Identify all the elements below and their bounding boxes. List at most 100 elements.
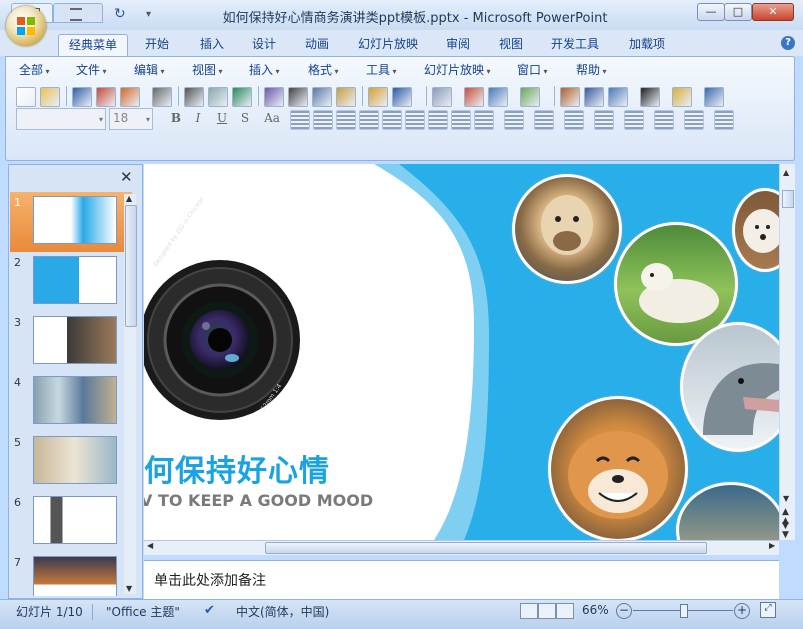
- scroll-down-icon[interactable]: ▼: [126, 584, 132, 593]
- slide-scroll-thumb[interactable]: [782, 190, 794, 208]
- underline-button[interactable]: U: [213, 109, 231, 127]
- outline-tab[interactable]: [53, 3, 103, 23]
- print-preview-icon[interactable]: [208, 87, 228, 107]
- slide-layout-icon[interactable]: [608, 87, 628, 107]
- notes-placeholder[interactable]: 单击此处添加备注: [154, 570, 266, 590]
- menu-item-9[interactable]: 帮助: [576, 61, 607, 78]
- print-icon[interactable]: [184, 87, 204, 107]
- theme-name[interactable]: "Office 主题": [106, 603, 180, 620]
- slide-title[interactable]: 何保持好心情: [144, 446, 330, 490]
- menu-item-4[interactable]: 插入: [249, 61, 280, 78]
- font-color-icon[interactable]: [474, 110, 494, 130]
- slide-thumbnail-row[interactable]: 5: [10, 432, 132, 492]
- close-button[interactable]: ✕: [752, 3, 794, 21]
- language-indicator[interactable]: 中文(简体，中国): [236, 603, 329, 620]
- italic-button[interactable]: I: [189, 109, 207, 127]
- zoom-in-icon[interactable]: +: [734, 603, 750, 619]
- menu-item-1[interactable]: 文件: [76, 61, 107, 78]
- clip-art-icon[interactable]: [520, 87, 540, 107]
- zoom-icon[interactable]: [704, 87, 724, 107]
- format-painter-icon[interactable]: [368, 87, 388, 107]
- office-button[interactable]: [6, 6, 46, 46]
- slide-thumbnail-row[interactable]: 1: [10, 192, 132, 252]
- maximize-button[interactable]: □: [724, 3, 752, 21]
- tab-0[interactable]: 经典菜单: [58, 34, 129, 57]
- slide-thumbnail-row[interactable]: 2: [10, 252, 132, 312]
- tab-8[interactable]: 开发工具: [541, 34, 609, 56]
- undo-icon[interactable]: [392, 87, 412, 107]
- spell-check-icon[interactable]: ✔: [204, 603, 220, 619]
- bullets-icon[interactable]: [428, 110, 448, 130]
- redo-icon[interactable]: ↻: [114, 7, 130, 23]
- menu-item-5[interactable]: 格式: [308, 61, 339, 78]
- menu-item-6[interactable]: 工具: [366, 61, 397, 78]
- increase-font-icon[interactable]: [504, 110, 524, 130]
- copy-icon[interactable]: [312, 87, 332, 107]
- zoom-level[interactable]: 66%: [582, 603, 609, 617]
- chart-icon[interactable]: [464, 87, 484, 107]
- save-icon[interactable]: [72, 87, 92, 107]
- email-icon[interactable]: [120, 87, 140, 107]
- paste-icon[interactable]: [336, 87, 356, 107]
- change-case-button[interactable]: Aa: [260, 109, 284, 127]
- redo-icon[interactable]: [432, 87, 452, 107]
- slide-thumbnail[interactable]: [33, 256, 117, 304]
- font-name-combo[interactable]: ▾: [16, 108, 106, 130]
- tab-5[interactable]: 幻灯片放映: [348, 34, 428, 56]
- slide-thumbnail[interactable]: [33, 196, 117, 244]
- menu-item-2[interactable]: 编辑: [134, 61, 165, 78]
- decrease-font-icon[interactable]: [534, 110, 554, 130]
- scroll-right-icon[interactable]: ▶: [769, 541, 775, 550]
- folder-icon[interactable]: [672, 87, 692, 107]
- customize-qat-icon[interactable]: ▾: [146, 7, 162, 23]
- quick-styles-icon[interactable]: [684, 110, 704, 130]
- zoom-out-icon[interactable]: −: [616, 603, 632, 619]
- menu-item-7[interactable]: 幻灯片放映: [424, 61, 491, 78]
- slide-vertical-scrollbar[interactable]: [780, 164, 795, 540]
- font-size-combo[interactable]: 18 ▾: [109, 108, 153, 130]
- justify-icon[interactable]: [359, 110, 379, 130]
- slides-scroll-thumb[interactable]: [125, 205, 137, 327]
- slide-sorter-button[interactable]: [538, 603, 556, 619]
- arrange-icon[interactable]: [654, 110, 674, 130]
- tab-3[interactable]: 设计: [242, 34, 286, 56]
- fill-icon[interactable]: [714, 110, 734, 130]
- open-icon[interactable]: [40, 87, 60, 107]
- spelling-icon[interactable]: [232, 87, 252, 107]
- columns-icon[interactable]: [382, 110, 402, 130]
- gorilla-photo[interactable]: [512, 174, 622, 284]
- next-slide-icon[interactable]: ▼ ▼: [782, 522, 789, 540]
- slide-thumbnail-row[interactable]: 3: [10, 312, 132, 372]
- align-right-icon[interactable]: [336, 110, 356, 130]
- slide-thumbnail[interactable]: [33, 556, 117, 596]
- increase-indent-icon[interactable]: [594, 110, 614, 130]
- fit-to-window-icon[interactable]: ⤢: [760, 602, 776, 618]
- text-direction-icon[interactable]: [405, 110, 425, 130]
- shadow-button[interactable]: S: [236, 109, 254, 127]
- cut-icon[interactable]: [288, 87, 308, 107]
- slide-thumbnail[interactable]: [33, 436, 117, 484]
- zoom-slider-thumb[interactable]: [680, 604, 688, 618]
- close-panel-icon[interactable]: ✕: [120, 168, 133, 186]
- bold-button[interactable]: B: [167, 109, 185, 127]
- scroll-up-icon[interactable]: ▲: [126, 194, 132, 203]
- slide-thumbnail[interactable]: [33, 376, 117, 424]
- slide-show-button[interactable]: [556, 603, 574, 619]
- new-icon[interactable]: [16, 87, 36, 107]
- menu-item-0[interactable]: 全部: [19, 61, 50, 78]
- tab-6[interactable]: 审阅: [436, 34, 480, 56]
- tab-2[interactable]: 插入: [190, 34, 234, 56]
- text-box-icon[interactable]: [584, 87, 604, 107]
- minimize-button[interactable]: —: [697, 3, 725, 21]
- slide-subtitle[interactable]: V TO KEEP A GOOD MOOD: [144, 491, 373, 510]
- normal-view-button[interactable]: [520, 603, 538, 619]
- research-icon[interactable]: [264, 87, 284, 107]
- text-color-icon[interactable]: [640, 87, 660, 107]
- horizontal-scroll-thumb[interactable]: [265, 542, 707, 554]
- slide-thumbnail-row[interactable]: 4: [10, 372, 132, 432]
- menu-item-3[interactable]: 视图: [192, 61, 223, 78]
- tab-7[interactable]: 视图: [489, 34, 533, 56]
- menu-item-8[interactable]: 窗口: [517, 61, 548, 78]
- slide-thumbnail[interactable]: [33, 316, 117, 364]
- center-icon[interactable]: [313, 110, 333, 130]
